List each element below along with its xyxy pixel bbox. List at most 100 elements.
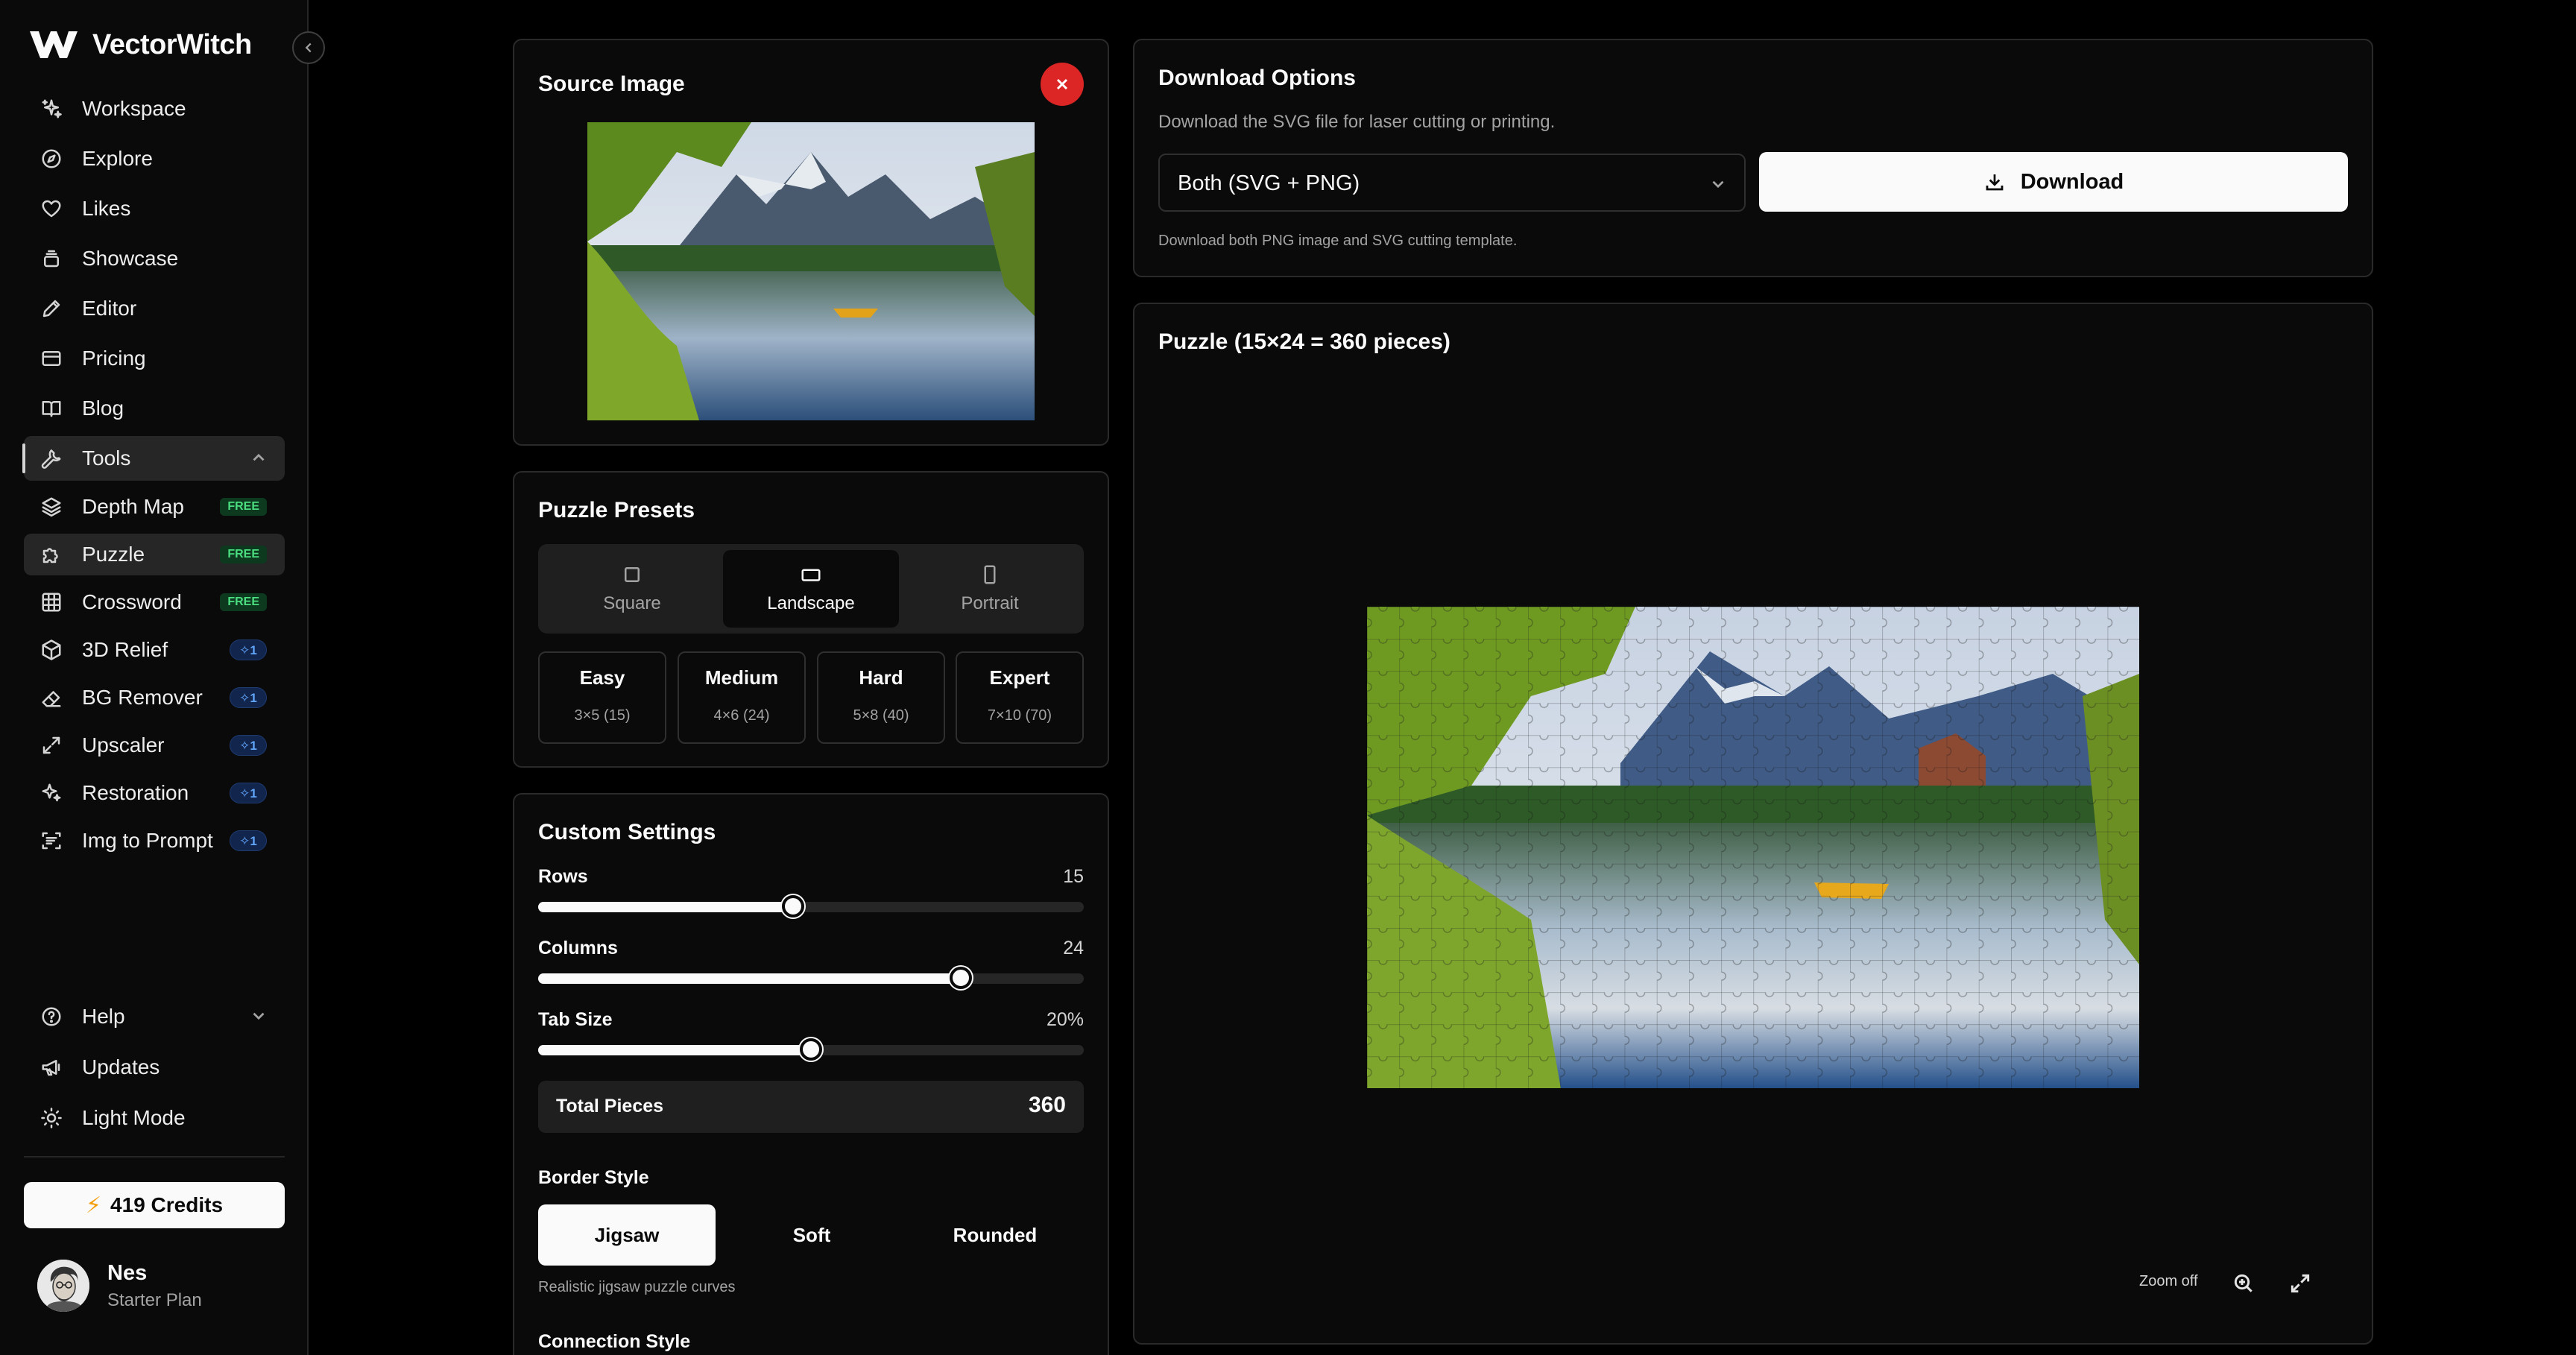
- download-options-title: Download Options: [1158, 66, 1356, 90]
- columns-slider[interactable]: [538, 967, 1084, 989]
- help-circle-icon: [39, 1004, 64, 1029]
- square-icon: [625, 567, 640, 582]
- brand[interactable]: VectorWitch: [28, 27, 252, 63]
- shape-preset-group: Square Landscape Portrait: [538, 544, 1084, 634]
- sidebar-item-label: Upscaler: [82, 733, 165, 757]
- preset-label: Portrait: [961, 593, 1019, 613]
- sidebar-item-upscaler[interactable]: Upscaler ✧1: [24, 724, 285, 766]
- border-style-label: Border Style: [538, 1167, 649, 1188]
- book-open-icon: [39, 396, 64, 421]
- puzzle-icon: [39, 542, 64, 567]
- difficulty-expert-button[interactable]: Expert 7×10 (70): [956, 651, 1084, 744]
- preset-square-button[interactable]: Square: [544, 550, 720, 628]
- user-plan: Starter Plan: [107, 1289, 202, 1310]
- sidebar-item-explore[interactable]: Explore: [24, 136, 285, 181]
- sun-icon: [39, 1105, 64, 1131]
- sidebar-item-likes[interactable]: Likes: [24, 186, 285, 231]
- credit-cost-badge: ✧1: [230, 735, 267, 756]
- source-image: [587, 122, 1035, 420]
- download-button[interactable]: Download: [1759, 152, 2348, 212]
- sidebar-item-label: Crossword: [82, 590, 182, 613]
- download-format-select[interactable]: Both (SVG + PNG): [1158, 154, 1746, 212]
- credit-cost-badge: ✧1: [230, 783, 267, 803]
- sidebar-item-editor[interactable]: Editor: [24, 286, 285, 331]
- sidebar-item-updates[interactable]: Updates: [24, 1045, 285, 1090]
- vectorwitch-logo-icon: [30, 31, 78, 58]
- credit-cost-badge: ✧1: [230, 687, 267, 708]
- sidebar-bottom-nav: Help Updates Light Mode: [24, 994, 285, 1146]
- difficulty-medium-button[interactable]: Medium 4×6 (24): [678, 651, 806, 744]
- download-button-label: Download: [2020, 169, 2124, 194]
- sidebar-collapse-button[interactable]: [292, 31, 325, 64]
- sidebar-item-label: Blog: [82, 397, 124, 420]
- columns-value: 24: [1063, 938, 1084, 958]
- credit-cost-value: 1: [250, 643, 257, 657]
- difficulty-easy-button[interactable]: Easy 3×5 (15): [538, 651, 666, 744]
- credit-cost-value: 1: [250, 739, 257, 753]
- fullscreen-button[interactable]: [2284, 1267, 2317, 1300]
- remove-image-button[interactable]: [1041, 63, 1084, 106]
- difficulty-grid-size: 4×6 (24): [713, 707, 770, 724]
- rows-slider-thumb[interactable]: [781, 895, 804, 917]
- theme-toggle-light-mode[interactable]: Light Mode: [24, 1096, 285, 1140]
- credit-card-icon: [39, 346, 64, 371]
- download-hint: Download both PNG image and SVG cutting …: [1158, 233, 1518, 249]
- tools-active-indicator: [22, 443, 25, 473]
- tab-size-slider-thumb[interactable]: [800, 1038, 822, 1061]
- sidebar-item-help[interactable]: Help: [24, 994, 285, 1039]
- user-profile[interactable]: Nes Starter Plan: [37, 1260, 202, 1312]
- connection-style-label: Connection Style: [538, 1331, 691, 1352]
- border-soft-button[interactable]: Soft: [723, 1204, 900, 1266]
- credit-cost-value: 1: [250, 786, 257, 800]
- sidebar-item-depth-map[interactable]: Depth Map FREE: [24, 486, 285, 528]
- sidebar-item-tools[interactable]: Tools: [22, 436, 285, 481]
- avatar: [37, 1260, 89, 1312]
- free-badge: FREE: [220, 593, 267, 611]
- tab-size-slider[interactable]: [538, 1038, 1084, 1061]
- credit-cost-value: 1: [250, 834, 257, 848]
- free-badge: FREE: [220, 498, 267, 516]
- sidebar-item-3d-relief[interactable]: 3D Relief ✧1: [24, 629, 285, 671]
- puzzle-preview-image[interactable]: [1367, 607, 2139, 1088]
- sidebar-item-label: Showcase: [82, 247, 179, 270]
- credit-sparkle-icon: ✧: [239, 739, 250, 753]
- close-icon: [1056, 78, 1068, 90]
- columns-slider-fill: [538, 973, 962, 984]
- sidebar-item-label: Likes: [82, 197, 131, 220]
- zoom-in-button[interactable]: [2227, 1267, 2260, 1300]
- sidebar-item-puzzle[interactable]: Puzzle FREE: [24, 534, 285, 575]
- difficulty-hard-button[interactable]: Hard 5×8 (40): [817, 651, 945, 744]
- rows-slider-fill: [538, 902, 793, 912]
- custom-settings-title: Custom Settings: [538, 820, 716, 844]
- eraser-icon: [39, 685, 64, 710]
- zoom-in-icon: [2234, 1274, 2253, 1292]
- sidebar-item-img-to-prompt[interactable]: Img to Prompt ✧1: [24, 820, 285, 862]
- border-jigsaw-button[interactable]: Jigsaw: [538, 1204, 716, 1266]
- credits-button[interactable]: ⚡ 419 Credits: [24, 1182, 285, 1228]
- preset-label: Landscape: [767, 593, 855, 613]
- total-pieces-label: Total Pieces: [556, 1096, 664, 1116]
- preset-portrait-button[interactable]: Portrait: [902, 550, 1078, 628]
- preset-landscape-button[interactable]: Landscape: [723, 550, 899, 628]
- app-root: VectorWitch Workspace Explore Likes Show…: [0, 0, 2576, 1355]
- total-pieces-value: 360: [1028, 1093, 1066, 1117]
- border-rounded-button[interactable]: Rounded: [906, 1204, 1084, 1266]
- difficulty-grid-size: 7×10 (70): [987, 707, 1052, 724]
- sidebar-item-restoration[interactable]: Restoration ✧1: [24, 772, 285, 814]
- sidebar-item-pricing[interactable]: Pricing: [24, 336, 285, 381]
- sidebar-item-bg-remover[interactable]: BG Remover ✧1: [24, 677, 285, 718]
- sparkles-icon: [39, 780, 64, 806]
- sidebar-item-label: Tools: [82, 446, 131, 470]
- download-icon: [1986, 174, 2004, 191]
- portrait-rect-icon: [984, 565, 996, 584]
- difficulty-label: Easy: [579, 666, 625, 689]
- rows-slider[interactable]: [538, 895, 1084, 917]
- zoom-status-label: Zoom off: [2139, 1273, 2198, 1289]
- sidebar-item-label: Explore: [82, 147, 153, 170]
- sidebar-item-blog[interactable]: Blog: [24, 386, 285, 431]
- text-scan-icon: [39, 828, 64, 853]
- sidebar-divider: [24, 1156, 285, 1157]
- sidebar-item-crossword[interactable]: Crossword FREE: [24, 581, 285, 623]
- sidebar-item-showcase[interactable]: Showcase: [24, 236, 285, 281]
- sidebar-item-workspace[interactable]: Workspace: [24, 86, 285, 131]
